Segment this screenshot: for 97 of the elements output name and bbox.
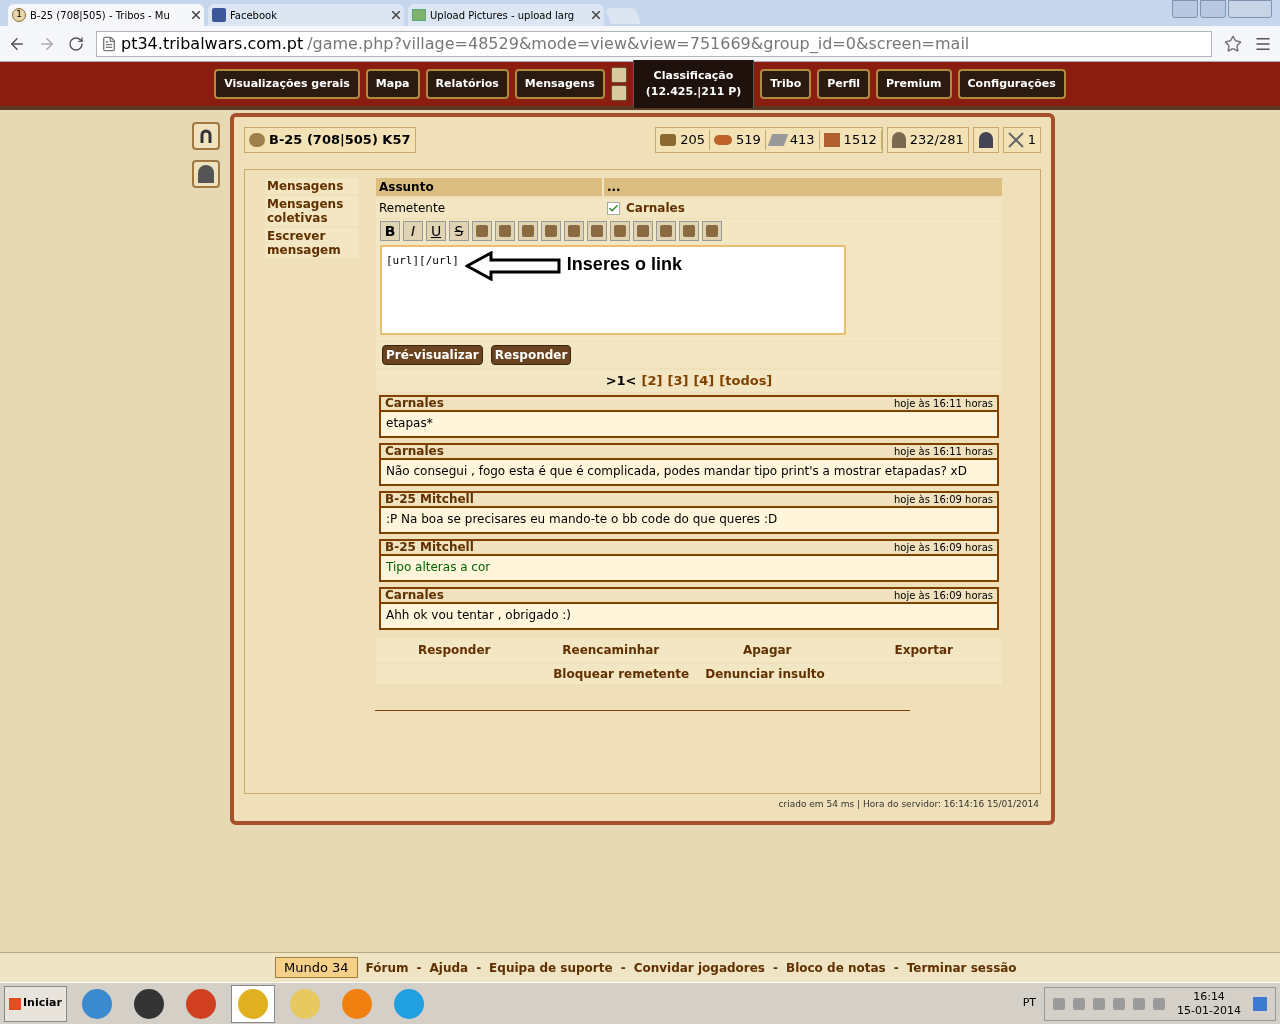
separator: - <box>476 959 482 977</box>
game-nav-button[interactable]: Configurações <box>957 69 1066 99</box>
message-body: Tipo alteras a cor <box>385 558 492 576</box>
favicon: 1 <box>12 8 26 22</box>
game-nav-button[interactable]: Perfil <box>817 69 871 99</box>
storage-count: 1512 <box>843 131 877 150</box>
preview-button[interactable]: Pré-visualizar <box>382 345 483 365</box>
format-button[interactable]: S <box>449 221 469 241</box>
action-link[interactable]: Reencaminhar <box>532 640 689 659</box>
message-sender[interactable]: Carnales <box>385 442 444 460</box>
message-time: hoje às 16:11 horas <box>894 444 993 459</box>
message-time: hoje às 16:11 horas <box>894 396 993 411</box>
sidebar-link[interactable]: Mensagens coletivas <box>265 196 359 226</box>
game-nav-button[interactable]: Relatórios <box>425 69 509 99</box>
page-link[interactable]: [3] <box>667 371 689 391</box>
message-sender[interactable]: B-25 Mitchell <box>385 490 474 508</box>
close-button[interactable] <box>1228 0 1272 18</box>
game-nav-button[interactable]: Tribo <box>760 69 812 99</box>
bookmark-star-icon[interactable] <box>1224 34 1242 53</box>
browser-tab[interactable]: Facebook <box>208 4 404 26</box>
footer-link[interactable]: Bloco de notas <box>786 958 886 977</box>
browser-tab[interactable]: Upload Pictures - upload larg <box>408 4 604 26</box>
message-time: hoje às 16:09 horas <box>894 540 993 555</box>
world-badge: Mundo 34 <box>275 956 358 979</box>
clay-count: 519 <box>735 131 761 150</box>
close-icon[interactable] <box>192 11 200 19</box>
maximize-button[interactable] <box>1200 0 1226 18</box>
language-indicator[interactable]: PT <box>1022 995 1037 1012</box>
game-nav-button[interactable]: Mapa <box>365 69 420 99</box>
footer-link[interactable]: Equipa de suporte <box>489 958 613 977</box>
horseshoe-icon <box>199 128 213 144</box>
ranking-value: (12.425.|211 P) <box>645 84 742 100</box>
units-count: 1 <box>1027 131 1036 150</box>
tab-title: B-25 (708|505) - Tribos - Mu <box>30 8 171 23</box>
close-icon[interactable] <box>592 11 600 19</box>
reply-button[interactable]: Responder <box>490 345 572 365</box>
checkbox[interactable] <box>607 201 620 215</box>
tab-title: Upload Pictures - upload larg <box>430 8 576 23</box>
separator: - <box>893 959 899 977</box>
sender-link[interactable]: Carnales <box>626 199 685 217</box>
page-icon <box>101 35 117 52</box>
message-textarea[interactable]: [url][/url] Inseres o link <box>380 245 846 335</box>
game-nav-button[interactable]: Premium <box>876 69 952 99</box>
units-box[interactable]: 1 <box>1002 127 1041 153</box>
game-nav-button[interactable]: Visualizações gerais <box>214 69 360 99</box>
separator: - <box>773 959 778 977</box>
message-sender[interactable]: Carnales <box>385 586 444 604</box>
population-count: 232/281 <box>909 131 964 150</box>
separator: - <box>416 959 422 977</box>
start-button[interactable]: Iniciar <box>4 985 67 1022</box>
page-link[interactable]: [todos] <box>719 371 773 391</box>
tab-title: Facebook <box>230 8 278 23</box>
ranking-label: Classificação <box>653 68 734 84</box>
iron-count: 413 <box>789 131 815 150</box>
game-nav-button[interactable]: Mensagens <box>514 69 605 99</box>
sender-label: Remetente <box>378 200 447 217</box>
message-sender[interactable]: B-25 Mitchell <box>385 538 474 556</box>
message-time: hoje às 16:09 horas <box>894 588 993 603</box>
column-header: Assunto <box>376 178 604 196</box>
page-link[interactable]: >1< <box>605 371 637 391</box>
ranking-box[interactable]: Classificação (12.425.|211 P) <box>632 60 755 108</box>
action-link[interactable]: Apagar <box>689 640 846 659</box>
village-name: B-25 (708|505) K57 <box>269 131 411 150</box>
message-sender[interactable]: Carnales <box>385 394 444 412</box>
format-button[interactable]: B <box>380 221 400 241</box>
footer-link[interactable]: Fórum <box>365 958 409 977</box>
sidebar-link[interactable]: Escrever mensagem <box>265 228 359 258</box>
action-link[interactable]: Exportar <box>845 640 1002 659</box>
helmet-box[interactable] <box>972 127 999 153</box>
browser-tab[interactable]: 1 B-25 (708|505) - Tribos - Mu <box>8 4 204 26</box>
footer-link[interactable]: Ajuda <box>429 958 469 977</box>
message-body: :P Na boa se precisares eu mando-te o bb code do que queres :D <box>385 510 779 528</box>
horseshoe-button[interactable] <box>192 122 220 150</box>
action-link[interactable]: Bloquear remetente <box>553 664 690 683</box>
action-link[interactable]: Responder <box>376 640 533 659</box>
message-time: hoje às 16:09 horas <box>894 492 993 507</box>
message-body: etapas* <box>385 414 434 432</box>
server-time-text: criado em 54 ms | Hora do servidor: 16:14:16 15/01/2014 <box>778 797 1039 811</box>
page-link[interactable]: [2] <box>641 371 663 391</box>
separator: - <box>620 959 626 977</box>
message-body: Ahh ok vou tentar , obrigado :) <box>385 606 573 624</box>
sidebar-link[interactable]: Mensagens <box>265 178 359 194</box>
minimize-button[interactable] <box>1172 0 1198 18</box>
format-button[interactable]: I <box>403 221 423 241</box>
action-link[interactable]: Denunciar insulto <box>705 664 825 683</box>
village-label[interactable]: B-25 (708|505) K57 <box>244 127 416 153</box>
address-field[interactable]: pt34.tribalwars.com.pt /game.php?village=48529&mode=view&view=751669&group_id=0&screen=mail <box>96 30 1212 57</box>
footer-link[interactable]: Terminar sessão <box>906 958 1017 977</box>
format-button[interactable]: U <box>426 221 446 241</box>
wood-count: 205 <box>680 131 705 150</box>
annotation-text: Inseres o link <box>566 253 682 276</box>
column-header: ... <box>606 179 622 196</box>
page-link[interactable]: [4] <box>693 371 715 391</box>
message-body: Não consegui , fogo esta é que é complicada, podes mandar tipo print's a mostrar etapadas? xD <box>385 462 968 480</box>
footer-link[interactable]: Convidar jogadores <box>633 958 765 977</box>
close-icon[interactable] <box>392 11 400 19</box>
reload-icon[interactable] <box>68 35 84 52</box>
